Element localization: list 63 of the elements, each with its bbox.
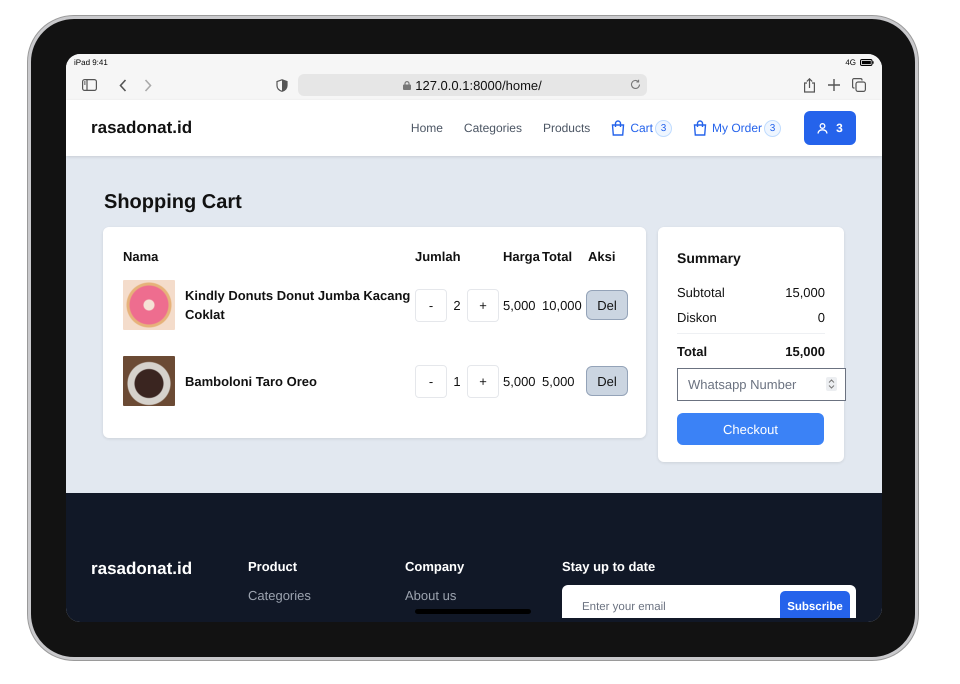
lock-icon (403, 80, 412, 90)
nav-link[interactable]: Home (410, 121, 443, 135)
reload-icon[interactable] (630, 79, 641, 90)
summary-value: 15,000 (785, 285, 825, 300)
summary-title: Summary (677, 249, 742, 268)
footer-link[interactable]: About us (405, 586, 562, 606)
cart-link[interactable]: Cart 3 (611, 120, 672, 136)
decrease-button[interactable]: - (415, 364, 447, 398)
user-icon (817, 122, 828, 134)
total-cell-text: 10,000 (542, 298, 583, 312)
footer-heading: Stay up to date (562, 558, 656, 576)
delete-button[interactable]: Del (586, 290, 628, 320)
nav-link[interactable]: Products (542, 121, 590, 135)
checkout-button[interactable]: Checkout (677, 413, 824, 445)
increase-button[interactable]: + (467, 364, 499, 398)
product-photo (123, 280, 175, 330)
total-value: 15,000 (785, 344, 825, 358)
summary-label: Diskon (677, 310, 717, 325)
footer-link[interactable]: Categories (248, 586, 405, 606)
battery-icon (860, 58, 874, 66)
product-name[interactable]: Kindly Donuts Donut Jumba Kacang Coklat (185, 286, 415, 324)
product-name[interactable]: Bamboloni Taro Oreo (185, 372, 317, 390)
share-icon[interactable] (803, 78, 816, 92)
total-label: Total (677, 344, 708, 358)
my-order-link[interactable]: My Order 3 (692, 120, 781, 136)
delete-button[interactable]: Del (586, 366, 628, 396)
page-title: Shopping Cart (104, 190, 243, 214)
subscribe-button[interactable]: Subscribe (780, 591, 850, 618)
plus-icon[interactable] (828, 79, 840, 91)
column-header: Nama (123, 248, 160, 264)
quantity-value: 2 (452, 298, 462, 312)
summary-value: 0 (818, 310, 825, 325)
column-header: Jumlah (415, 248, 462, 264)
shopping-bag-icon (611, 120, 626, 136)
column-header: Harga (503, 248, 541, 264)
column-header: Aksi (588, 248, 616, 264)
address-bar[interactable]: 127.0.0.1:8000/home/ (298, 74, 647, 96)
quantity-value: 1 (452, 374, 462, 388)
back-icon[interactable] (119, 78, 127, 92)
summary-label: Subtotal (677, 285, 725, 300)
site-logo[interactable]: rasadonat.id (91, 118, 192, 138)
footer-logo: rasadonat.id (91, 559, 192, 578)
footer-heading: Product (248, 558, 298, 576)
decrease-button[interactable]: - (415, 288, 447, 322)
footer-heading: Company (405, 558, 466, 576)
tabs-icon[interactable] (852, 78, 866, 92)
product-photo (123, 356, 175, 406)
network-label: 4G (845, 58, 856, 66)
sidebar-icon[interactable] (82, 79, 97, 91)
price-cell-text: 5,000 (503, 374, 537, 388)
column-header: Total (542, 248, 574, 264)
url-text: 127.0.0.1:8000/home/ (415, 78, 542, 92)
user-button[interactable]: 3 (804, 111, 856, 145)
stepper-icon[interactable] (826, 377, 837, 391)
shopping-bag-icon (692, 120, 707, 136)
price-cell-text: 5,000 (503, 298, 537, 312)
status-time: iPad 9:41 (74, 58, 108, 66)
phone-number-field[interactable]: Whatsapp Number (677, 368, 846, 401)
increase-button[interactable]: + (467, 288, 499, 322)
email-field[interactable]: Enter your email (582, 601, 780, 613)
nav-link[interactable]: Categories (464, 121, 522, 135)
total-cell-text: 5,000 (542, 374, 576, 388)
shield-icon[interactable] (276, 78, 288, 92)
